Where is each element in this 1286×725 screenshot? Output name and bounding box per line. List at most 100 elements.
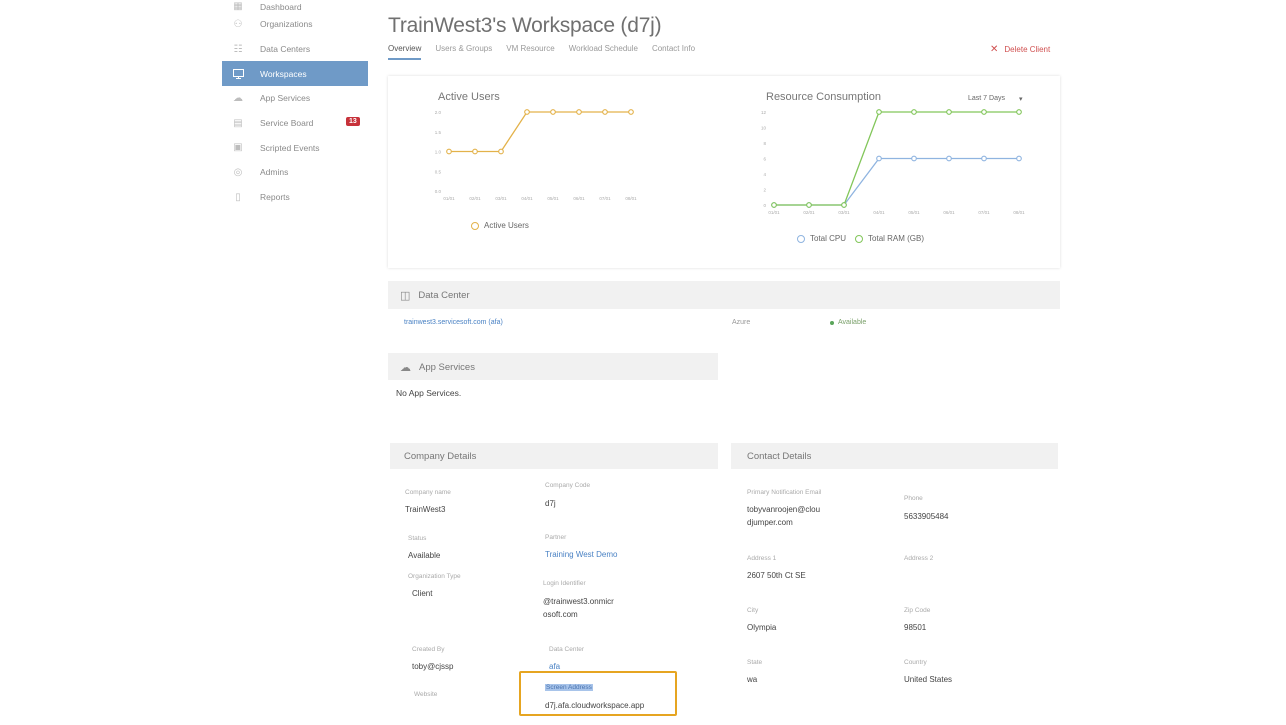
x-tick-label: 08/01: [625, 196, 637, 201]
y-tick-label: 6: [763, 157, 766, 162]
app-services-empty-text: No App Services.: [396, 388, 462, 398]
legend-label-total-ram[interactable]: Total RAM (GB): [868, 234, 924, 243]
cloud-icon: ☁: [400, 361, 411, 374]
x-tick-label: 06/01: [943, 210, 955, 215]
city-label: City: [747, 607, 759, 614]
contact-details-heading: Contact Details: [731, 443, 1058, 469]
data-center-row: trainwest3.servicesoft.com (afa) Azure A…: [388, 309, 1060, 337]
app-services-heading: ☁ App Services: [388, 353, 718, 381]
legend-marker-active-users: [471, 221, 479, 230]
data-point: [841, 202, 847, 208]
address2-label: Address 2: [904, 555, 934, 562]
zip-value: 98501: [904, 623, 927, 632]
data-center-status-label: Available: [838, 319, 867, 326]
series-line: [774, 157, 1019, 206]
org-type-label: Organization Type: [408, 573, 461, 580]
data-center-heading: ◫ Data Center: [388, 281, 1060, 309]
data-point: [498, 148, 504, 155]
data-point: [576, 109, 582, 115]
x-tick-label: 03/01: [838, 210, 850, 215]
address1-label: Address 1: [747, 555, 777, 562]
resource-legend: Total CPU Total RAM (GB): [797, 234, 924, 243]
active-users-chart: 2.0 1.5 1.0 0.5 0.001/01 02/01 03/01 04/01 05/01…: [435, 109, 637, 201]
x-tick-label: 01/01: [768, 210, 780, 215]
phone-label: Phone: [904, 495, 923, 502]
y-tick-label: 1.0: [435, 150, 442, 155]
data-point: [1016, 155, 1022, 162]
y-tick-label: 2: [763, 188, 766, 193]
x-tick-label: 06/01: [573, 196, 585, 201]
created-by-label: Created By: [412, 646, 445, 653]
data-point: [876, 109, 882, 115]
created-by-value: toby@cjssp: [412, 662, 454, 671]
data-center-field-label: Data Center: [549, 646, 585, 653]
app-services-heading-label: App Services: [419, 361, 475, 373]
y-tick-label: 4: [763, 172, 766, 177]
org-type-value: Client: [412, 589, 433, 598]
data-point: [524, 109, 530, 115]
data-point: [911, 155, 917, 162]
y-tick-label: 12: [761, 110, 767, 115]
legend-label-total-cpu[interactable]: Total CPU: [810, 234, 846, 243]
contact-details-heading-label: Contact Details: [747, 450, 812, 462]
legend-marker-total-ram: [855, 234, 864, 243]
data-center-heading-label: Data Center: [418, 289, 470, 301]
email-value-line2: djumper.com: [747, 518, 793, 527]
x-tick-label: 01/01: [443, 196, 455, 201]
zip-label: Zip Code: [904, 607, 931, 614]
x-tick-label: 08/01: [1013, 210, 1025, 215]
app-services-body: No App Services.: [388, 380, 718, 432]
data-center-link[interactable]: trainwest3.servicesoft.com (afa): [404, 319, 503, 326]
data-point: [771, 202, 777, 208]
status-label: Status: [408, 535, 427, 542]
x-tick-label: 04/01: [873, 210, 885, 215]
address1-value: 2607 50th Ct SE: [747, 571, 806, 580]
phone-value: 5633905484: [904, 512, 949, 521]
x-tick-label: 02/01: [469, 196, 481, 201]
y-tick-label: 0.0: [435, 189, 442, 194]
login-id-value-line2: osoft.com: [543, 610, 578, 619]
x-tick-label: 07/01: [978, 210, 990, 215]
screen-address-label: Screen Address: [545, 684, 593, 691]
data-point: [446, 148, 452, 155]
legend-marker-total-cpu: [797, 234, 805, 243]
data-point: [981, 155, 987, 162]
company-name-label: Company name: [405, 489, 451, 496]
y-tick-label: 0: [763, 203, 766, 208]
legend-label-active-users: Active Users: [484, 221, 529, 230]
x-tick-label: 02/01: [803, 210, 815, 215]
y-tick-label: 2.0: [435, 110, 442, 115]
data-point: [981, 109, 987, 115]
login-id-label: Login Identifier: [543, 580, 586, 587]
status-dot-icon: [830, 320, 834, 325]
website-label: Website: [414, 691, 438, 698]
x-tick-label: 04/01: [521, 196, 533, 201]
active-users-legend[interactable]: Active Users: [471, 221, 529, 230]
data-center-status: Available: [830, 319, 866, 326]
company-code-value: d7j: [545, 499, 556, 508]
data-point: [876, 155, 882, 162]
data-point: [806, 202, 812, 208]
selected-text: Screen Address: [545, 684, 593, 691]
company-details-heading-label: Company Details: [404, 450, 477, 462]
status-value: Available: [408, 551, 441, 560]
y-tick-label: 10: [761, 126, 767, 131]
country-label: Country: [904, 659, 927, 666]
data-point: [911, 109, 917, 115]
country-value: United States: [904, 675, 953, 684]
y-tick-label: 0.5: [435, 169, 442, 174]
email-value-line1: tobyvanroojen@clou: [747, 505, 821, 514]
state-value: wa: [747, 675, 758, 684]
x-tick-label: 05/01: [547, 196, 559, 201]
data-point: [550, 109, 556, 115]
data-center-icon: ◫: [400, 289, 411, 302]
x-tick-label: 07/01: [599, 196, 611, 201]
company-code-label: Company Code: [545, 482, 591, 489]
data-center-provider: Azure: [732, 319, 751, 326]
series-line: [449, 111, 631, 153]
company-details-heading: Company Details: [390, 443, 718, 469]
state-label: State: [747, 659, 763, 666]
data-point: [946, 155, 952, 162]
partner-link[interactable]: Training West Demo: [545, 548, 617, 561]
x-tick-label: 05/01: [908, 210, 920, 215]
